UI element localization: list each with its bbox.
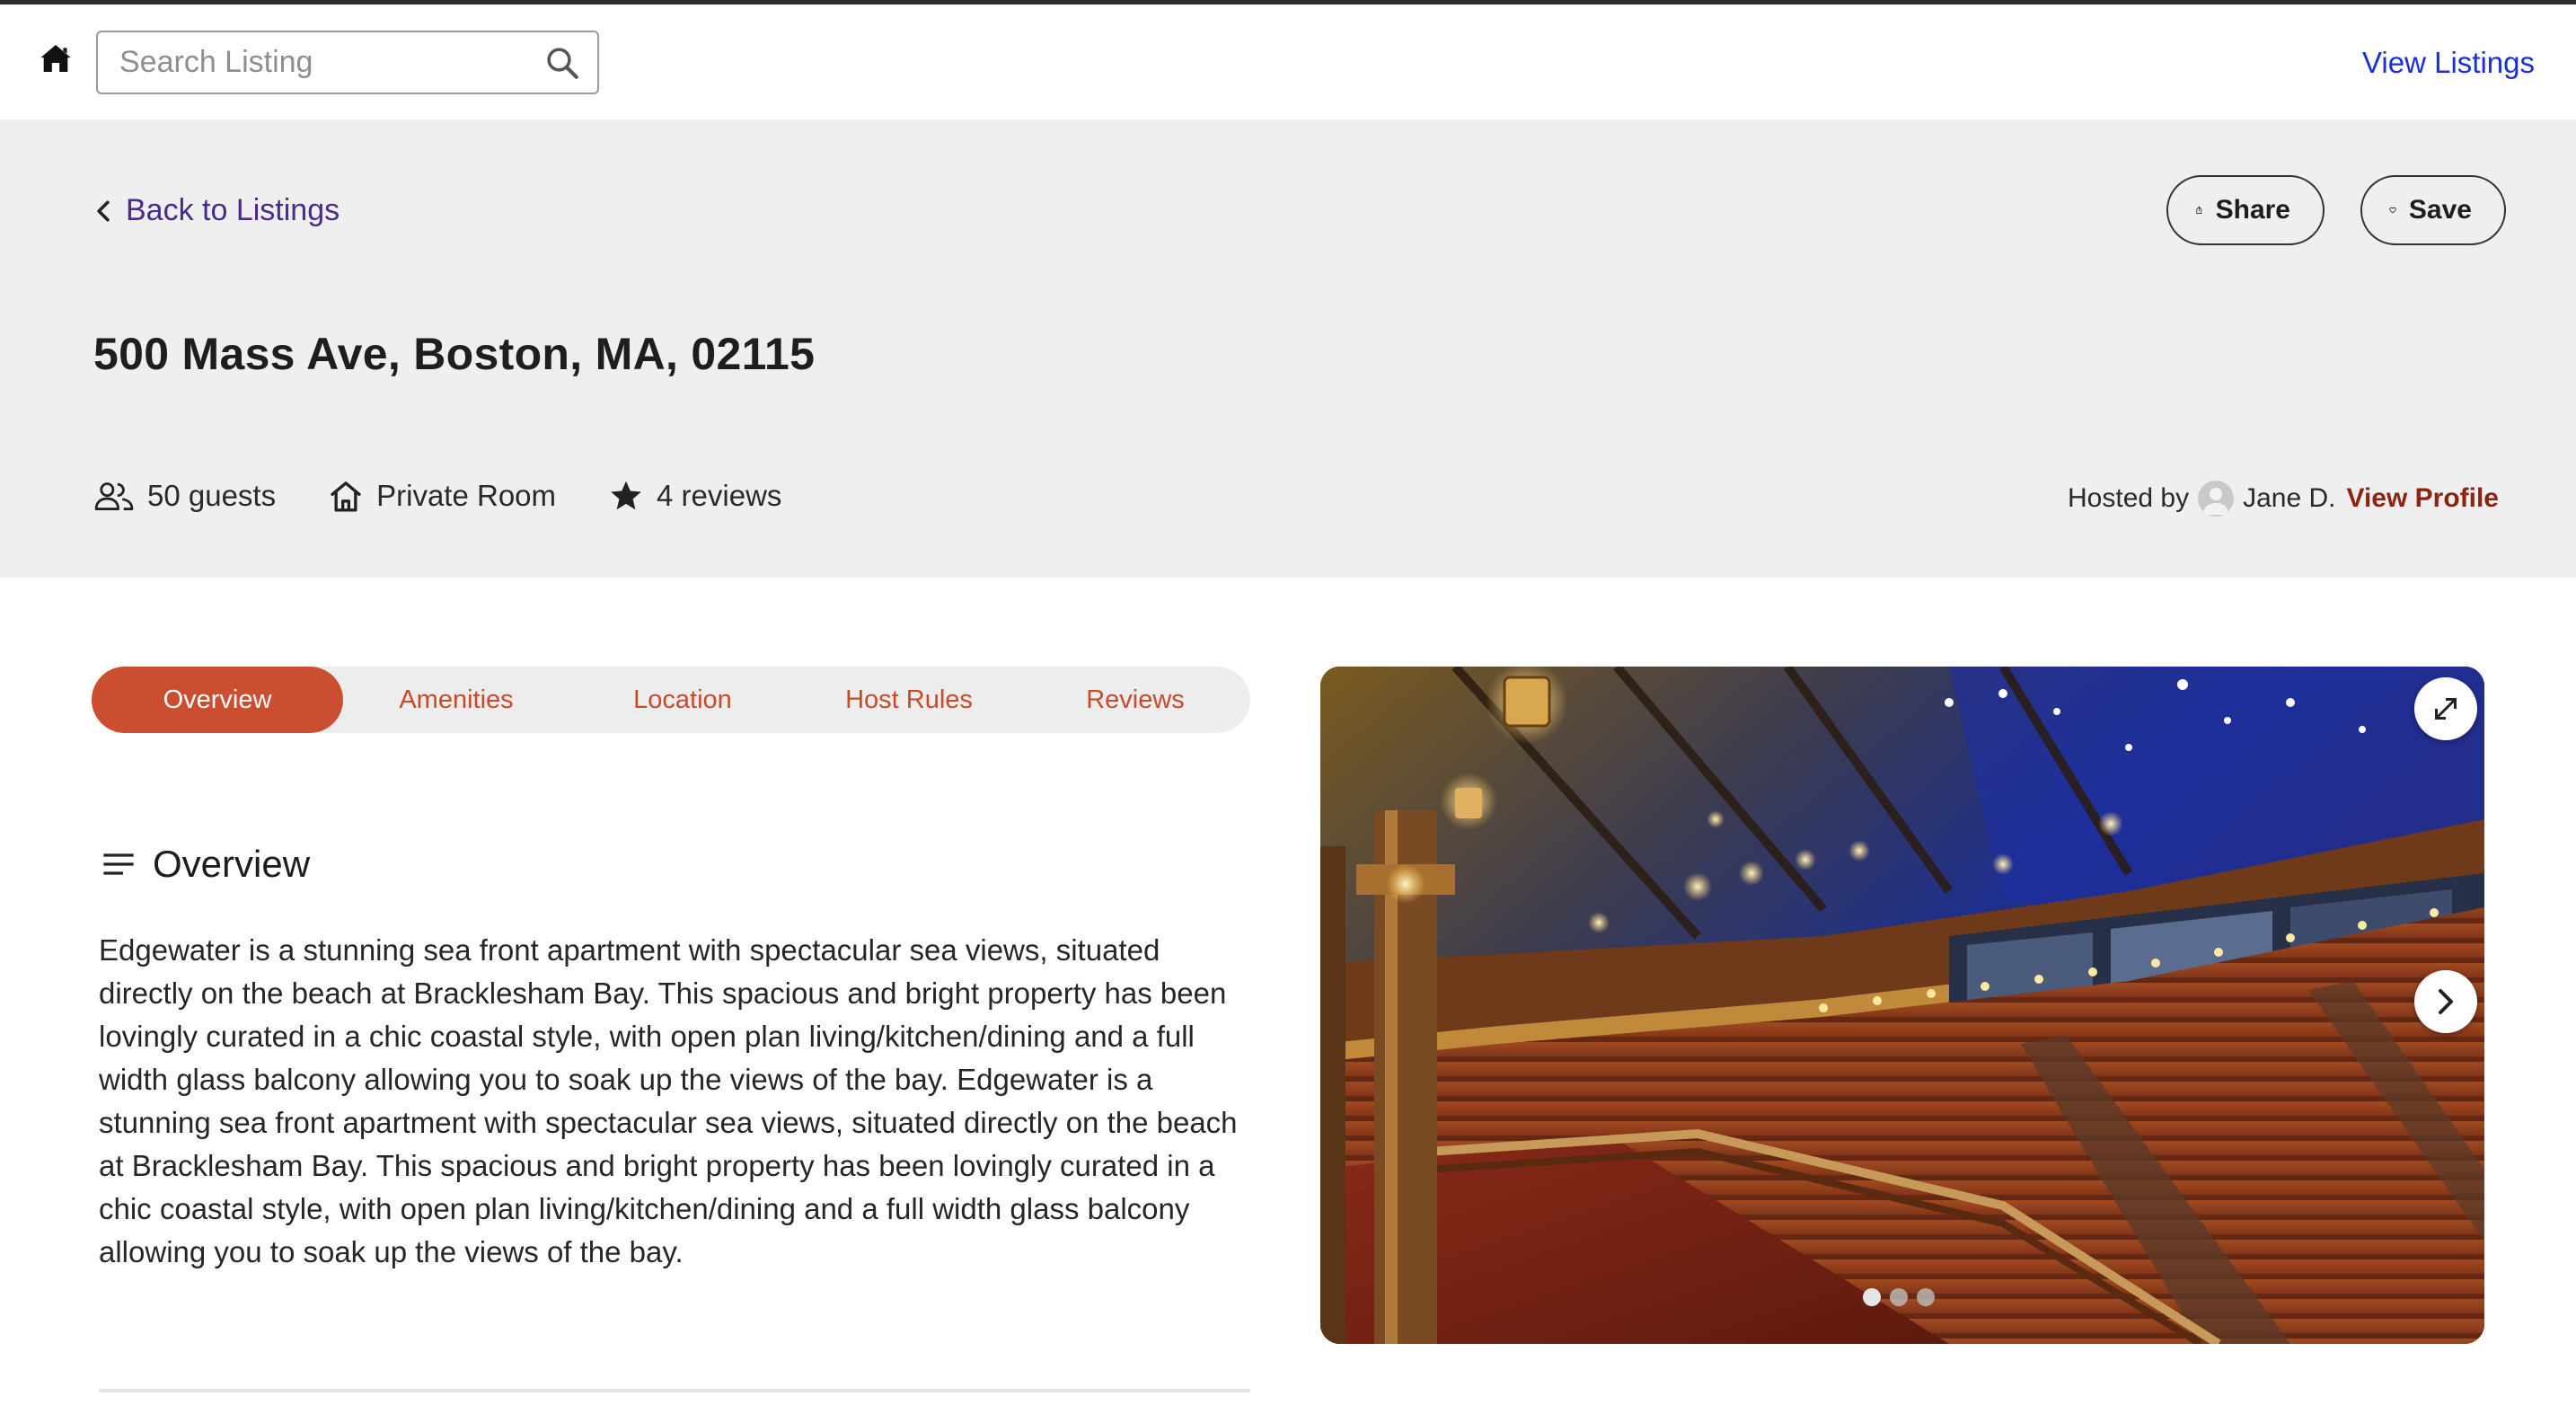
save-label: Save <box>2408 195 2472 225</box>
expand-icon <box>2435 698 2457 720</box>
house-icon <box>331 482 361 512</box>
carousel-dot[interactable] <box>1917 1288 1935 1306</box>
overview-title: Overview <box>153 843 311 885</box>
search-input[interactable] <box>119 32 533 93</box>
navbar: View Listings <box>0 4 2576 119</box>
guests-count: 50 guests <box>147 479 277 512</box>
search-icon[interactable] <box>543 44 581 82</box>
view-profile-link[interactable]: View Profile <box>2346 483 2499 514</box>
star-icon <box>611 481 641 510</box>
guests-info: 50 guests <box>93 479 276 513</box>
chevron-left-icon <box>97 199 110 222</box>
share-button[interactable]: Share <box>2166 175 2325 245</box>
users-icon <box>94 482 134 510</box>
reviews-count: 4 reviews <box>657 479 782 512</box>
reviews-info: 4 reviews <box>608 479 781 513</box>
lines-icon <box>103 853 134 875</box>
tab-location[interactable]: Location <box>569 667 796 733</box>
home-icon <box>40 45 71 72</box>
tab-overview[interactable]: Overview <box>92 667 343 733</box>
view-listings-link[interactable]: View Listings <box>2362 46 2535 80</box>
tab-amenities[interactable]: Amenities <box>343 667 569 733</box>
overview-description: Edgewater is a stunning sea front apartm… <box>99 933 1238 1268</box>
search-box <box>96 31 599 94</box>
hero-actions: Share Save <box>2166 175 2506 245</box>
listing-header: Back to Listings Share Save 500 Mass Ave… <box>0 119 2576 578</box>
listing-meta: 50 guests Private Room 4 reviews <box>93 479 834 513</box>
chevron-right-icon <box>2439 989 2453 1014</box>
carousel-dot[interactable] <box>1863 1288 1881 1306</box>
photo-carousel[interactable] <box>1320 667 2484 1344</box>
home-button[interactable] <box>36 39 75 78</box>
host-info: Hosted by Jane D. View Profile <box>2068 481 2499 517</box>
back-to-listings-link[interactable]: Back to Listings <box>93 193 340 228</box>
hosted-by-label: Hosted by <box>2068 483 2190 513</box>
expand-photo-button[interactable] <box>2414 677 2477 740</box>
room-type: Private Room <box>376 479 557 512</box>
user-avatar-icon <box>2198 481 2235 517</box>
share-label: Share <box>2215 195 2290 225</box>
back-link-label: Back to Listings <box>126 193 340 227</box>
heart-icon <box>2389 207 2396 214</box>
carousel-dots <box>1863 1288 1935 1306</box>
listing-tabs: Overview Amenities Location Host Rules R… <box>92 667 1250 733</box>
next-photo-button[interactable] <box>2414 970 2477 1033</box>
tab-reviews[interactable]: Reviews <box>1022 667 1248 733</box>
carousel-dot[interactable] <box>1890 1288 1908 1306</box>
tab-host-rules[interactable]: Host Rules <box>796 667 1022 733</box>
save-button[interactable]: Save <box>2360 175 2506 245</box>
listing-photo <box>1320 667 2484 1344</box>
overview-heading: Overview <box>101 843 310 886</box>
section-divider <box>99 1389 1250 1392</box>
host-name: Jane D. <box>2243 483 2336 513</box>
room-type-info: Private Room <box>328 479 556 513</box>
share-icon <box>2196 206 2202 214</box>
listing-address: 500 Mass Ave, Boston, MA, 02115 <box>93 329 816 379</box>
